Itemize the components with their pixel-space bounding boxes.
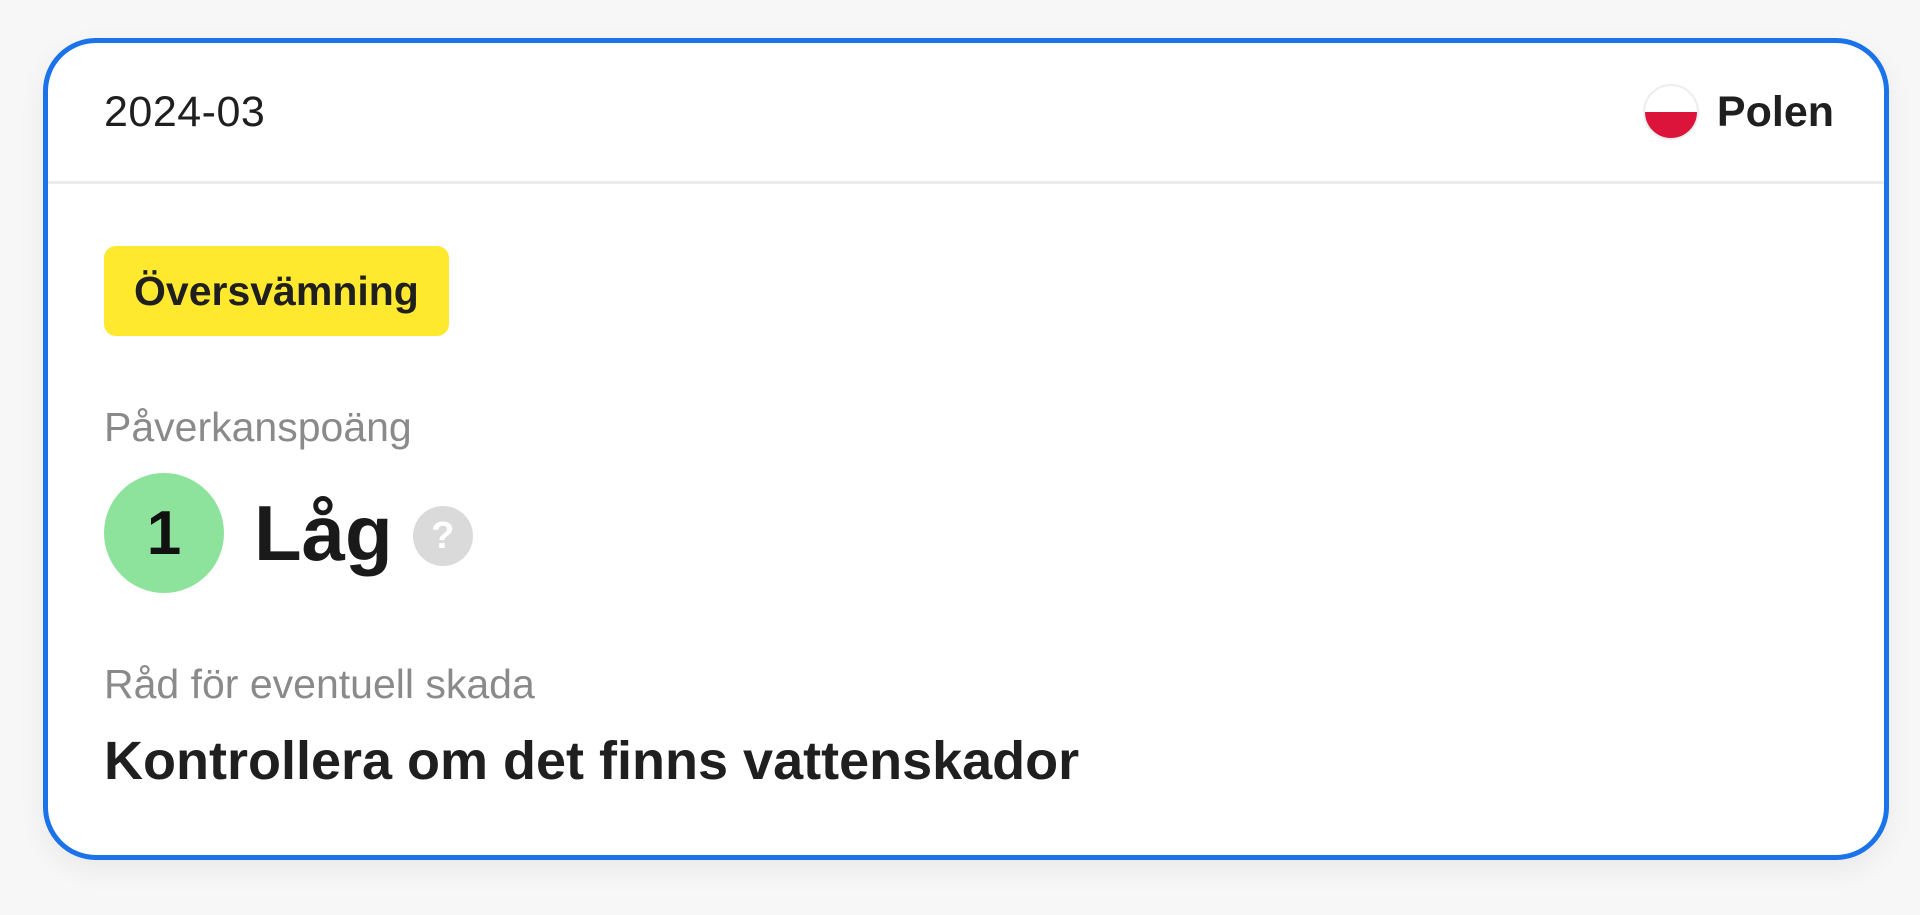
question-mark-icon[interactable]: ?: [412, 506, 473, 566]
impact-score-row: 1 Låg ?: [104, 473, 1828, 593]
card-body: Översvämning Påverkanspoäng 1 Låg ? Råd …: [48, 184, 1884, 792]
advice-text: Kontrollera om det finns vattenskador: [104, 731, 1080, 791]
event-card[interactable]: 2024-03 Polen Översvämning Påverkanspoän…: [43, 38, 1889, 860]
event-date: 2024-03: [104, 87, 266, 136]
impact-level: Låg: [254, 488, 393, 577]
impact-score-badge: 1: [104, 473, 224, 593]
advice-label: Råd för eventuell skada: [104, 661, 535, 707]
country: Polen: [1642, 84, 1834, 140]
impact-score-label: Påverkanspoäng: [104, 404, 412, 450]
poland-flag-icon: [1642, 84, 1699, 140]
card-header: 2024-03 Polen: [48, 43, 1884, 184]
event-type-tag: Översvämning: [104, 246, 449, 336]
country-name: Polen: [1716, 87, 1834, 136]
